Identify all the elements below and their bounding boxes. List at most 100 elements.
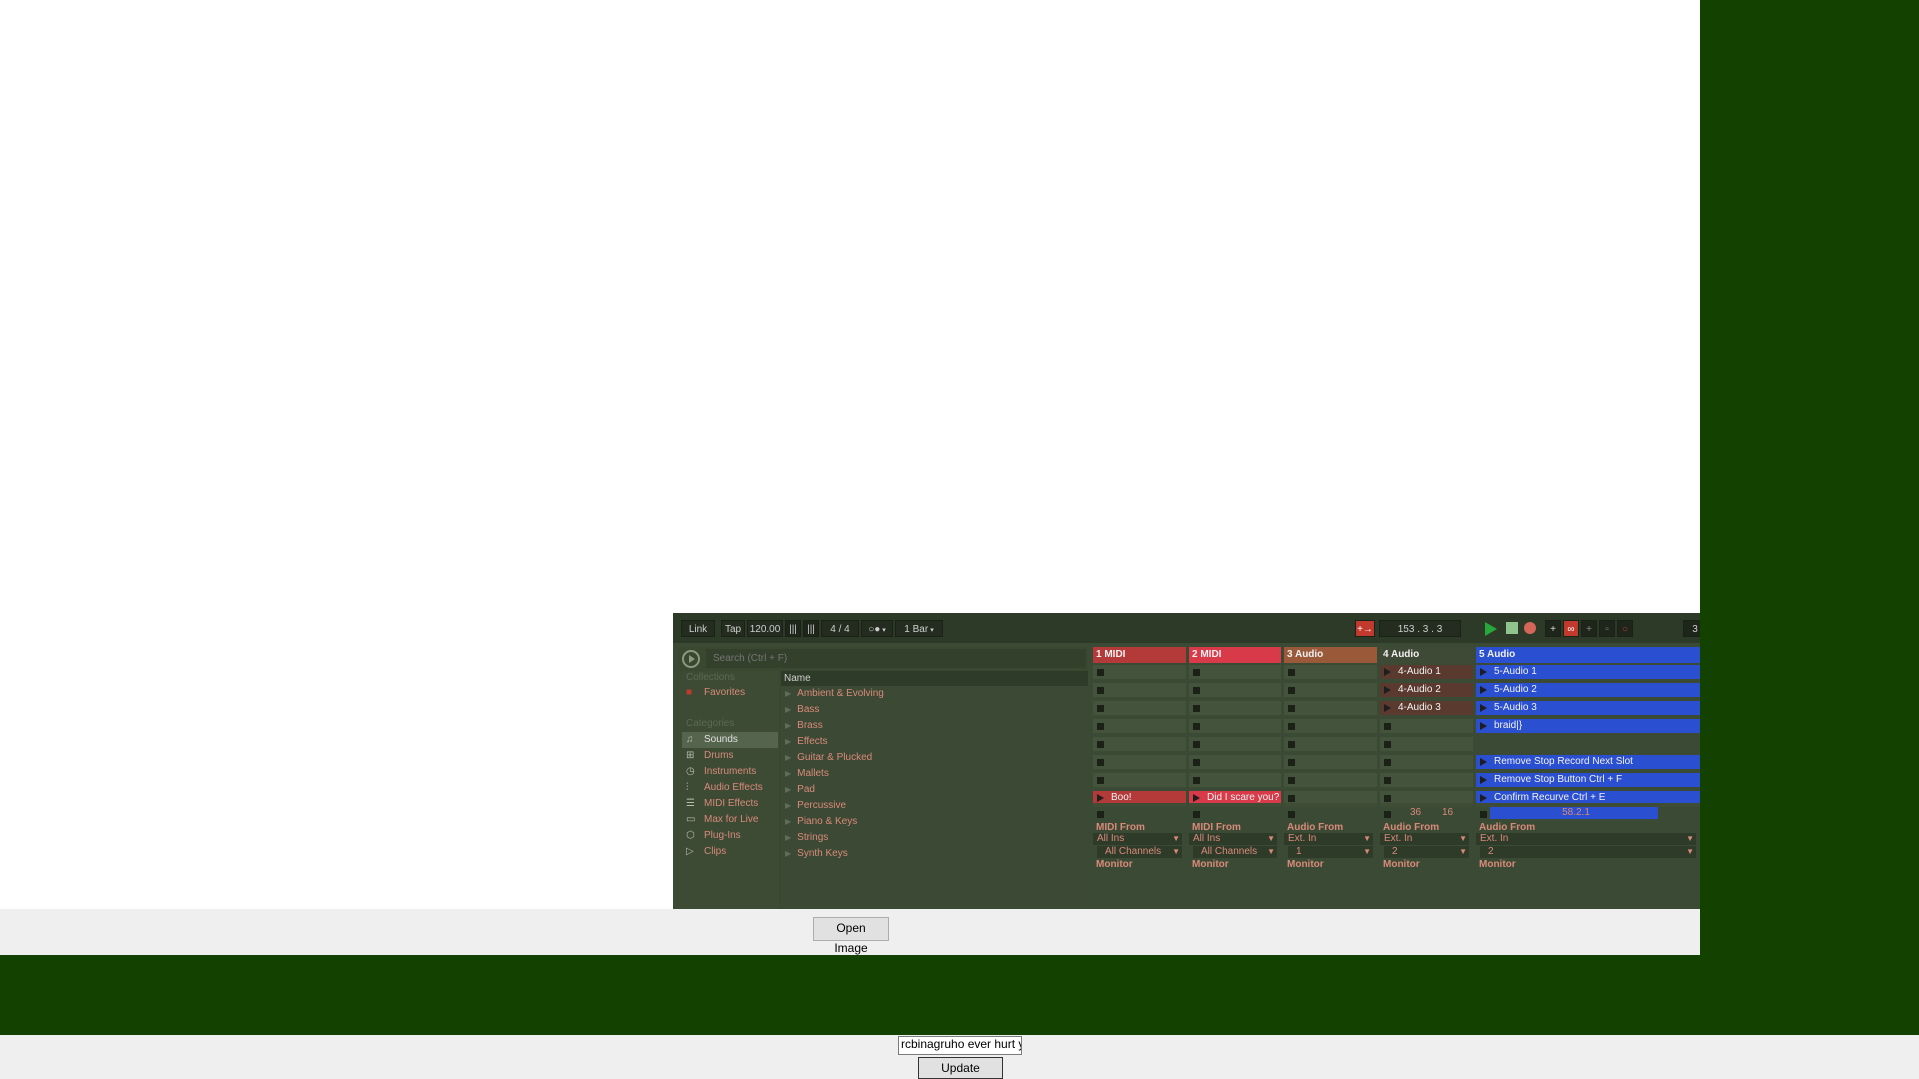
position-display[interactable]: 153 . 3 . 3 <box>1379 620 1461 637</box>
input-source-select[interactable]: All Ins ▼ <box>1093 833 1182 845</box>
empty-clip-slot[interactable] <box>1284 701 1377 715</box>
tap-button[interactable]: Tap <box>721 620 745 637</box>
clip-stop-icon[interactable] <box>1384 723 1391 730</box>
capture-midi-icon[interactable]: ▫ <box>1599 620 1615 637</box>
sidebar-item-drums[interactable]: ⊞ Drums <box>682 748 778 764</box>
track-stop-button-icon[interactable] <box>1193 811 1200 818</box>
track-stop-button-icon[interactable] <box>1097 811 1104 818</box>
track-header[interactable]: 2 MIDI <box>1189 647 1281 663</box>
input-source-select[interactable]: Ext. In ▼ <box>1476 833 1696 845</box>
list-item[interactable]: ▶ Ambient & Evolving <box>785 686 884 702</box>
sidebar-item-sounds[interactable]: ♫ Sounds <box>682 732 778 748</box>
clip-stop-icon[interactable] <box>1288 705 1295 712</box>
sidebar-item-max-for-live[interactable]: ▭ Max for Live <box>682 812 778 828</box>
track-header[interactable]: 4 Audio <box>1380 647 1473 663</box>
empty-clip-slot[interactable] <box>1093 701 1186 715</box>
clip-play-icon[interactable] <box>1384 668 1391 676</box>
list-item[interactable]: ▶ Pad <box>785 782 815 798</box>
empty-clip-slot[interactable] <box>1189 683 1281 697</box>
sidebar-item-plug-ins[interactable]: ⬡ Plug-Ins <box>682 828 778 844</box>
empty-clip-slot[interactable] <box>1093 737 1186 751</box>
clip-stop-icon[interactable] <box>1193 687 1200 694</box>
empty-clip-slot[interactable] <box>1189 701 1281 715</box>
empty-clip-slot[interactable] <box>1093 719 1186 733</box>
track-header[interactable]: 5 Audio <box>1476 647 1700 663</box>
browser-search-input[interactable] <box>706 649 1086 668</box>
open-image-button[interactable]: Open Image <box>813 917 889 955</box>
input-channel-select[interactable]: 2 ▼ <box>1384 846 1469 858</box>
clip-play-icon[interactable] <box>1480 704 1487 712</box>
list-item[interactable]: ▶ Effects <box>785 734 828 750</box>
empty-clip-slot[interactable] <box>1380 737 1473 751</box>
prompt-text-input[interactable]: rcbinagruho ever hurt y <box>898 1036 1022 1055</box>
list-item[interactable]: ▶ Guitar & Plucked <box>785 750 872 766</box>
clip-stop-icon[interactable] <box>1288 723 1295 730</box>
clip-play-icon[interactable] <box>1097 794 1104 802</box>
input-channel-select[interactable]: 2 ▼ <box>1480 846 1696 858</box>
input-source-select[interactable]: All Ins ▼ <box>1189 833 1277 845</box>
play-icon[interactable] <box>1485 622 1497 636</box>
track-stop-button-icon[interactable] <box>1384 811 1391 818</box>
track-stop-button-icon[interactable] <box>1480 811 1487 818</box>
clip-slot[interactable]: 5-Audio 1 <box>1476 665 1700 679</box>
clip-play-icon[interactable] <box>1480 758 1487 766</box>
clip-stop-icon[interactable] <box>1097 705 1104 712</box>
clip-stop-icon[interactable] <box>1193 723 1200 730</box>
empty-clip-slot[interactable] <box>1284 719 1377 733</box>
clip-stop-icon[interactable] <box>1193 705 1200 712</box>
metronome-toggle-icon[interactable]: ○● ▾ <box>861 620 893 637</box>
clip-stop-icon[interactable] <box>1384 777 1391 784</box>
clip-play-icon[interactable] <box>1480 794 1487 802</box>
clip-stop-icon[interactable] <box>1288 795 1295 802</box>
empty-clip-slot[interactable] <box>1284 773 1377 787</box>
empty-clip-slot[interactable] <box>1093 755 1186 769</box>
re-enable-automation-icon[interactable]: + <box>1581 620 1597 637</box>
empty-clip-slot[interactable] <box>1284 665 1377 679</box>
clip-slot[interactable]: 5-Audio 3 <box>1476 701 1700 715</box>
name-column-header[interactable]: Name <box>781 671 1088 686</box>
clip-stop-icon[interactable] <box>1097 669 1104 676</box>
empty-clip-slot[interactable] <box>1284 683 1377 697</box>
empty-clip-slot[interactable] <box>1476 737 1700 751</box>
input-channel-select[interactable]: All Channels ▼ <box>1193 846 1277 858</box>
clip-play-icon[interactable] <box>1193 794 1200 802</box>
clip-stop-icon[interactable] <box>1097 777 1104 784</box>
sidebar-item-favorites[interactable]: ■ Favorites <box>682 685 778 701</box>
clip-stop-icon[interactable] <box>1288 759 1295 766</box>
update-output-button[interactable]: Update Output <box>918 1057 1003 1079</box>
nudge-bars-icon[interactable]: ||| <box>803 620 819 637</box>
automation-arm-icon[interactable]: ∞ <box>1563 620 1579 637</box>
clip-stop-icon[interactable] <box>1097 759 1104 766</box>
clip-stop-icon[interactable] <box>1097 687 1104 694</box>
clip-slot[interactable]: Remove Stop Record Next Slot <box>1476 755 1700 769</box>
empty-clip-slot[interactable] <box>1189 737 1281 751</box>
clip-stop-icon[interactable] <box>1097 741 1104 748</box>
sidebar-item-midi-effects[interactable]: ☰ MIDI Effects <box>682 796 778 812</box>
empty-clip-slot[interactable] <box>1284 755 1377 769</box>
tempo-field[interactable]: 120.00 <box>747 620 783 637</box>
empty-clip-slot[interactable] <box>1093 665 1186 679</box>
input-channel-select[interactable]: 1 ▼ <box>1288 846 1373 858</box>
overdub-icon[interactable]: + <box>1545 620 1561 637</box>
clip-stop-icon[interactable] <box>1097 723 1104 730</box>
session-record-icon[interactable]: ○ <box>1617 620 1633 637</box>
empty-clip-slot[interactable] <box>1380 755 1473 769</box>
clip-stop-icon[interactable] <box>1288 741 1295 748</box>
clip-play-icon[interactable] <box>1480 776 1487 784</box>
clip-stop-icon[interactable] <box>1193 759 1200 766</box>
list-item[interactable]: ▶ Brass <box>785 718 823 734</box>
track-header[interactable]: 3 Audio <box>1284 647 1377 663</box>
stop-icon[interactable] <box>1506 622 1518 634</box>
track-stop-button-icon[interactable] <box>1288 811 1295 818</box>
empty-clip-slot[interactable] <box>1189 665 1281 679</box>
clip-slot[interactable]: 4-Audio 3 <box>1380 701 1473 715</box>
empty-clip-slot[interactable] <box>1189 773 1281 787</box>
clip-play-icon[interactable] <box>1480 668 1487 676</box>
empty-clip-slot[interactable] <box>1189 755 1281 769</box>
follow-arrangement-icon[interactable]: +→ <box>1355 620 1375 637</box>
clip-stop-icon[interactable] <box>1288 669 1295 676</box>
empty-clip-slot[interactable] <box>1284 737 1377 751</box>
clip-play-icon[interactable] <box>1480 722 1487 730</box>
clip-stop-icon[interactable] <box>1193 777 1200 784</box>
clip-play-icon[interactable] <box>1384 686 1391 694</box>
